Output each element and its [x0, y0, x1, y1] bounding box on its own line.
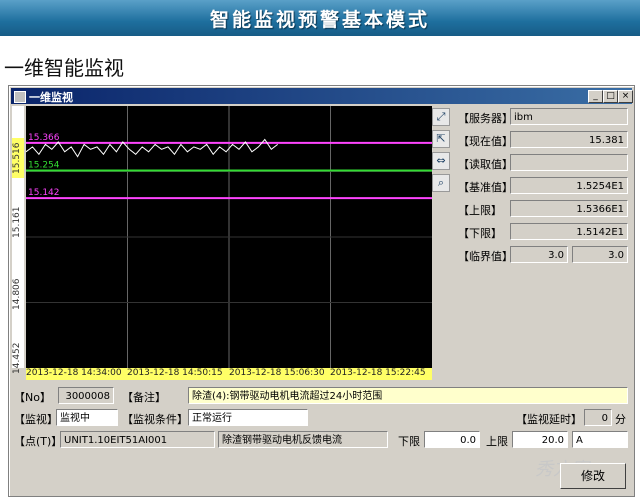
window-title: 一维监视	[29, 91, 73, 104]
current-value-label: 【现在值】	[458, 135, 513, 148]
remark-label: 【备注】	[122, 391, 166, 404]
critical-value-field-2[interactable]: 3.0	[572, 246, 628, 263]
zoom-fit-icon[interactable]: ⤢	[432, 108, 450, 126]
minimize-button[interactable]: _	[588, 90, 603, 103]
remark-field[interactable]: 除渣(4):钢带驱动电机电流超过24小时范围	[188, 387, 628, 404]
y-tick-label: 15.516	[12, 138, 24, 178]
lower-limit-label: 【下限】	[458, 227, 502, 240]
lower-limit-field[interactable]: 1.5142E1	[510, 223, 628, 240]
monitor-label: 【监视】	[14, 413, 58, 426]
no-field[interactable]: 3000008	[58, 387, 114, 404]
y-tick-label: 15.161	[12, 206, 22, 238]
read-value-field[interactable]	[510, 154, 628, 171]
condition-label: 【监视条件】	[122, 413, 188, 426]
x-tick-label: 2013-12-18 14:50:15	[127, 368, 223, 378]
expand-icon[interactable]: ⇱	[432, 130, 450, 148]
modify-button[interactable]: 修改	[560, 463, 626, 489]
delay-field[interactable]: 0	[584, 409, 612, 426]
monitor-field[interactable]: 监视中	[56, 409, 118, 426]
point-description-field[interactable]: 除渣钢带驱动电机反馈电流	[218, 431, 388, 448]
window-icon	[14, 91, 26, 103]
server-field[interactable]: ibm	[510, 108, 628, 125]
base-value-label: 【基准值】	[458, 181, 513, 194]
server-label: 【服务器】	[458, 112, 513, 125]
reference-line-label: 15.254	[28, 161, 60, 171]
x-tick-label: 2013-12-18 14:34:00	[26, 368, 122, 378]
close-button[interactable]: ×	[618, 90, 633, 103]
y-axis: 15.516 15.161 14.806 14.452	[12, 106, 24, 374]
reference-line-label: 15.142	[28, 188, 60, 198]
upper-limit-label: 【上限】	[458, 204, 502, 217]
high-limit-field[interactable]: 20.0	[512, 431, 568, 448]
base-value-field[interactable]: 1.5254E1	[510, 177, 628, 194]
reference-line-label: 15.366	[28, 133, 60, 143]
point-field[interactable]: UNIT1.10EIT51AI001	[60, 431, 215, 448]
critical-value-field[interactable]: 3.0	[510, 246, 568, 263]
upper-limit-field[interactable]: 1.5366E1	[510, 200, 628, 217]
x-tick-label: 2013-12-18 15:06:30	[229, 368, 325, 378]
x-axis: 2013-12-18 14:34:00 2013-12-18 14:50:15 …	[26, 368, 432, 380]
maximize-button[interactable]: □	[603, 90, 618, 103]
top-banner: 智能监视预警基本模式	[0, 0, 640, 36]
delay-label: 【监视延时】	[516, 413, 582, 426]
window-titlebar[interactable]: 一维监视 _ □ ×	[11, 88, 633, 104]
section-title: 一维智能监视	[4, 56, 124, 80]
unit-field[interactable]: A	[572, 431, 628, 448]
condition-field[interactable]: 正常运行	[188, 409, 308, 426]
low-limit-field[interactable]: 0.0	[424, 431, 480, 448]
low-limit-label: 下限	[398, 435, 420, 448]
x-tick-label: 2013-12-18 15:22:45	[330, 368, 426, 378]
point-label: 【点(T)】	[14, 435, 63, 448]
delay-unit: 分	[615, 413, 626, 426]
no-label: 【No】	[14, 391, 51, 404]
high-limit-label: 上限	[486, 435, 508, 448]
y-tick-label: 14.452	[12, 342, 22, 374]
pan-icon[interactable]: ⇔	[432, 152, 450, 170]
banner-title: 智能监视预警基本模式	[209, 9, 430, 31]
magnifier-icon[interactable]: ⌕	[432, 174, 450, 192]
current-value-field[interactable]: 15.381	[510, 131, 628, 148]
read-value-label: 【读取值】	[458, 158, 513, 171]
y-tick-label: 14.806	[12, 278, 22, 310]
critical-value-label: 【临界值】	[458, 250, 513, 263]
trend-chart: 15.366 15.254 15.142	[26, 106, 432, 368]
